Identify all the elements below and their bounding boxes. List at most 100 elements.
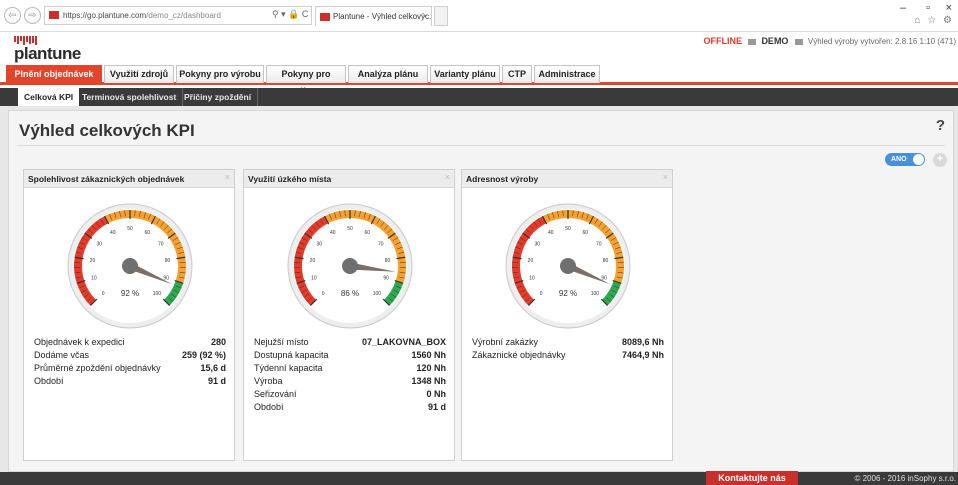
widget-title: Spolehlivost zákaznických objednávek	[24, 170, 234, 188]
gauge-tick-label: 0	[102, 291, 105, 297]
minimize-icon[interactable]: –	[900, 2, 906, 14]
tab-production-instructions[interactable]: Pokyny pro výrobu	[176, 65, 264, 83]
gauge-tick-label: 70	[378, 242, 384, 248]
widget-title: Využití úzkého místa	[244, 170, 454, 188]
gauge-tick-label: 100	[153, 291, 162, 297]
gauge-tick-label: 60	[144, 230, 150, 236]
stat-row: Dostupná kapacita 1560 Nh	[254, 349, 446, 362]
stat-row: Dodáme včas 259 (92 %)	[34, 349, 226, 362]
contact-us-button[interactable]: Kontaktujte nás	[706, 471, 798, 485]
subtab-delay-causes[interactable]: Příčiny zpoždění	[178, 88, 259, 106]
stat-row: Seřizování 0 Nh	[254, 388, 446, 401]
gauge-hub	[122, 258, 138, 274]
widget-bottleneck-usage: Využití úzkého místa × 0 10 20 30 40 50 60 70 80…	[243, 169, 455, 461]
gauge-value-label: 92 %	[121, 289, 139, 298]
tab-administration[interactable]: Administrace	[534, 65, 600, 83]
page-title: Výhled celkových KPI	[19, 121, 195, 140]
stat-label: Výrobní zakázky	[472, 337, 539, 347]
gauge-tick-label: 80	[385, 258, 391, 264]
gauge-value-label: 86 %	[341, 289, 359, 298]
stat-row: Nejužší místo 07_LAKOVNA_BOX	[254, 336, 446, 349]
gauge-tick-label: 100	[591, 291, 600, 297]
gauge-tick-label: 0	[540, 291, 543, 297]
gauge-tick-label: 70	[596, 242, 602, 248]
tab-favicon-icon	[320, 13, 330, 21]
stat-value: 0 Nh	[426, 389, 446, 399]
gauge-tick-label: 30	[316, 242, 322, 248]
stat-label: Dodáme včas	[34, 350, 90, 360]
widget-close-icon[interactable]: ×	[225, 172, 230, 182]
stat-label: Období	[254, 402, 284, 412]
tab-resource-usage[interactable]: Využití zdrojů	[104, 65, 174, 83]
gauge-tick-label: 10	[529, 276, 535, 282]
gauge-tick-label: 10	[311, 276, 317, 282]
widget-title: Adresnost výroby	[462, 170, 672, 188]
back-icon[interactable]: ⇦	[4, 7, 21, 24]
help-icon[interactable]: ?	[936, 117, 945, 134]
stat-value: 15,6 d	[200, 363, 226, 373]
stat-value: 7464,9 Nh	[621, 350, 664, 360]
tab-order-fulfillment[interactable]: Plnění objednávek	[6, 65, 102, 83]
tab-plan-variants[interactable]: Varianty plánu	[430, 65, 500, 83]
tab-ctp[interactable]: CTP	[502, 65, 532, 83]
gauge-tick-label: 60	[364, 230, 370, 236]
tab-purchase-instructions[interactable]: Pokyny pro nákup	[266, 65, 346, 96]
gauge-tick-label: 50	[565, 226, 571, 232]
widget-close-icon[interactable]: ×	[663, 172, 668, 182]
stat-label: Průměrné zpoždění objednávky	[34, 363, 161, 373]
gauge-tick-label: 0	[322, 291, 325, 297]
stat-value: 1348 Nh	[411, 376, 446, 386]
stat-row: Zákaznické objednávky 7464,9 Nh	[472, 349, 664, 362]
stat-label: Výroba	[254, 376, 283, 386]
gauge-tick-label: 40	[330, 230, 336, 236]
stat-row: Průměrné zpoždění objednávky 15,6 d	[34, 362, 226, 375]
plan-icon	[794, 38, 803, 45]
tab-plan-analysis[interactable]: Analýza plánu	[348, 65, 428, 83]
gauge-tick-label: 90	[383, 276, 389, 282]
plantune-logo[interactable]: plantune	[14, 34, 84, 63]
gauge-tick-label: 30	[534, 242, 540, 248]
copyright: © 2006 - 2016 inSophy s.r.o.	[854, 474, 956, 483]
list-icon	[748, 38, 757, 45]
stat-label: Období	[34, 376, 64, 386]
toggle-knob	[913, 154, 924, 165]
stat-value: 91 d	[427, 402, 446, 412]
page-area: Výhled celkových KPI ? detaily ANO + Spo…	[0, 106, 958, 472]
widget-stats: Nejužší místo 07_LAKOVNA_BOX Dostupná kapa…	[254, 336, 446, 414]
stat-value: 259 (92 %)	[181, 350, 226, 360]
stat-value: 1560 Nh	[411, 350, 446, 360]
widget-close-icon[interactable]: ×	[445, 172, 450, 182]
browser-toolbar-icons[interactable]: ⌂ ☆ ⚙	[914, 15, 954, 26]
title-divider	[17, 145, 945, 146]
address-tools[interactable]: ⚲ ▾ 🔒 C	[272, 6, 308, 23]
gauge-hub	[560, 258, 576, 274]
gauge-tick-label: 100	[373, 291, 382, 297]
stat-label: Seřizování	[254, 389, 297, 399]
tab-close-icon[interactable]: ×	[422, 7, 427, 26]
demo-mode: DEMO	[761, 36, 789, 46]
stat-value: 8089,6 Nh	[621, 337, 664, 347]
subtab-delivery-reliability[interactable]: Terminová spolehlivost	[76, 88, 184, 106]
gauge-value-label: 92 %	[559, 289, 577, 298]
widget-stats: Objednávek k expedici 280 Dodáme včas 259 (…	[34, 336, 226, 388]
restore-icon[interactable]: ▫	[926, 2, 930, 14]
subtab-overall-kpi[interactable]: Celková KPI	[18, 88, 80, 106]
stat-value: 120 Nh	[416, 363, 446, 373]
footer: Kontaktujte nás © 2006 - 2016 inSophy s.…	[0, 471, 958, 485]
header-status: OFFLINE DEMO Výhled výroby vytvořen: 2.8…	[703, 36, 956, 46]
forward-icon[interactable]: ⇨	[24, 7, 41, 24]
new-tab-button[interactable]	[434, 6, 448, 26]
logo-text: plantune	[14, 44, 81, 63]
browser-toolbar: ⇦ ⇨ https://go.plantune.com/demo_cz/dash…	[0, 0, 958, 32]
gauge-tick-label: 40	[548, 230, 554, 236]
browser-tab[interactable]: Plantune - Výhled celkovýc... ×	[315, 6, 432, 26]
add-widget-button[interactable]: +	[933, 153, 947, 167]
gauge-production-addressability: 010203040506070809010092 %	[505, 203, 631, 329]
stat-label: Nejužší místo	[254, 337, 309, 347]
gauge-tick-label: 20	[310, 258, 316, 264]
window-close-icon[interactable]: ×	[946, 2, 952, 14]
offline-status: OFFLINE	[703, 36, 742, 46]
stat-value: 91 d	[207, 376, 226, 386]
details-toggle[interactable]: ANO	[885, 153, 925, 166]
gauge-tick-label: 50	[127, 226, 133, 232]
